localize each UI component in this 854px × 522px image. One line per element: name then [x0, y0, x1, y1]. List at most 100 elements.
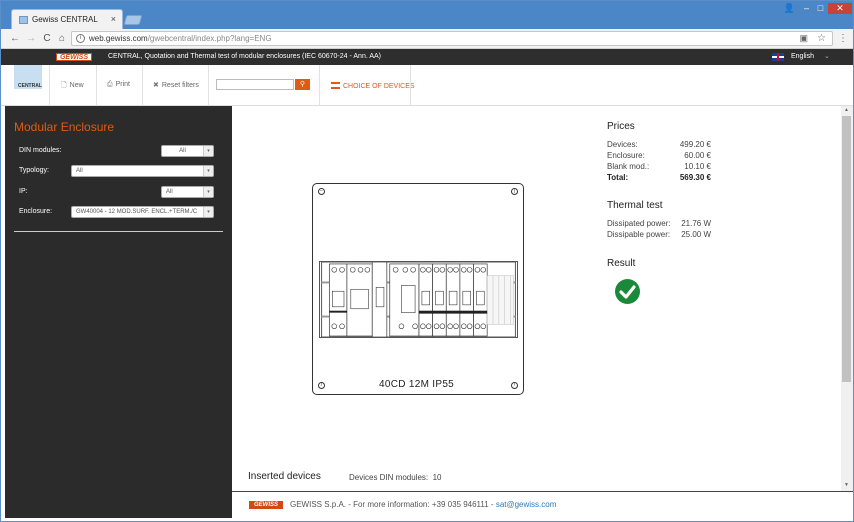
browser-window: Gewiss CENTRAL × 👤 ‒ □ ✕ ← → C ⌂ i web.g…	[0, 0, 854, 522]
reset-filters-button[interactable]: ✖ Reset filters	[153, 81, 199, 89]
thermal-value: 21.76 W	[681, 219, 711, 228]
new-tab-button[interactable]	[123, 15, 143, 25]
screw-icon: /	[318, 382, 325, 389]
language-selector[interactable]: English	[791, 53, 814, 60]
sidebar-panel: Modular Enclosure DIN modules: All ▾ Typo…	[5, 106, 232, 518]
footer-phone: +39 035 946111	[431, 500, 489, 509]
uk-flag-icon	[772, 53, 784, 61]
search-input[interactable]	[216, 79, 294, 90]
price-value: 499.20 €	[679, 140, 711, 149]
divider	[96, 65, 97, 106]
divider	[208, 65, 209, 106]
user-icon[interactable]: 👤	[783, 3, 796, 14]
chevron-down-icon[interactable]: ⌄	[824, 52, 830, 60]
din-modules-select[interactable]: All ▾	[161, 145, 214, 157]
divider	[142, 65, 143, 106]
screw-icon: |	[511, 188, 518, 195]
chevron-down-icon: ▾	[203, 207, 213, 217]
thermal-label: Dissipable power:	[607, 230, 671, 239]
printer-icon: ⎙	[107, 81, 113, 88]
scrollbar-thumb[interactable]	[842, 116, 851, 382]
typology-select[interactable]: All ▾	[71, 165, 214, 177]
price-value: 60.00 €	[684, 151, 711, 160]
minimize-button[interactable]: ‒	[800, 3, 813, 14]
gewiss-logo[interactable]: GEWISS	[56, 53, 92, 61]
divider	[410, 65, 411, 106]
vertical-scrollbar[interactable]: ▲ ▼	[841, 106, 853, 491]
central-logo[interactable]: CENTRAL	[14, 65, 42, 106]
home-button[interactable]: ⌂	[56, 32, 68, 45]
enclosure-label: 40CD 12M IP55	[379, 379, 455, 390]
result-status	[615, 279, 640, 304]
browser-menu-icon[interactable]: ⋮	[838, 33, 848, 44]
price-total-value: 569.30 €	[679, 173, 711, 182]
enclosure-value: GW40004 - 12 MOD.SURF. ENCL.+TERM./C	[76, 209, 198, 215]
price-total-label: Total:	[607, 173, 629, 182]
footer-text: GEWISS S.p.A. - For more information: +3…	[290, 500, 556, 509]
ip-value: All	[166, 189, 173, 195]
scroll-down-icon[interactable]: ▼	[844, 482, 849, 488]
app-header: CENTRAL 🗋 New ⎙ Print ✖ Reset filters ⚲ CHO…	[1, 65, 853, 106]
price-value: 10.10 €	[684, 162, 711, 171]
footer-email-link[interactable]: sat@gewiss.com	[496, 500, 557, 509]
din-value: All	[179, 148, 186, 154]
info-icon[interactable]: i	[76, 34, 85, 43]
search-button[interactable]: ⚲	[295, 79, 310, 90]
back-button[interactable]: ←	[9, 32, 21, 45]
screw-icon: \	[511, 382, 518, 389]
site-top-bar: GEWISS CENTRAL, Quotation and Thermal te…	[1, 49, 853, 65]
price-label: Devices:	[607, 140, 638, 149]
new-button[interactable]: 🗋 New	[61, 81, 84, 92]
price-label: Enclosure:	[607, 151, 645, 160]
close-icon: ✖	[153, 82, 159, 89]
typology-value: All	[76, 168, 83, 174]
browser-tab[interactable]: Gewiss CENTRAL ×	[11, 9, 123, 29]
footer-info: GEWISS S.p.A. - For more information:	[290, 500, 432, 509]
price-label: Blank mod.:	[607, 162, 650, 171]
close-window-button[interactable]: ✕	[828, 3, 852, 14]
chevron-down-icon: ▾	[203, 166, 213, 176]
logo-text: CENTRAL	[18, 83, 42, 89]
footer: GEWISS GEWISS S.p.A. - For more informat…	[232, 492, 853, 519]
inserted-devices-heading: Inserted devices	[248, 471, 321, 482]
chevron-down-icon: ▾	[203, 187, 213, 197]
print-button[interactable]: ⎙ Print	[107, 81, 130, 89]
print-label: Print	[115, 81, 131, 88]
maximize-button[interactable]: □	[814, 3, 827, 14]
url-text: web.gewiss.com/gwebcentral/index.php?lan…	[89, 34, 272, 43]
thermal-heading: Thermal test	[607, 200, 663, 211]
translate-icon[interactable]: ▣	[799, 33, 808, 44]
ip-select[interactable]: All ▾	[161, 186, 214, 198]
din-rail-devices	[319, 261, 518, 338]
reset-label: Reset filters	[161, 82, 199, 89]
enclosure-select[interactable]: GW40004 - 12 MOD.SURF. ENCL.+TERM./C ▾	[71, 206, 214, 218]
gewiss-footer-logo[interactable]: GEWISS	[249, 501, 283, 509]
sidebar-divider	[14, 231, 223, 232]
app-title: CENTRAL, Quotation and Thermal test of m…	[108, 53, 382, 60]
search-icon: ⚲	[299, 81, 306, 88]
tab-close-icon[interactable]: ×	[111, 14, 116, 24]
address-bar[interactable]: i web.gewiss.com/gwebcentral/index.php?l…	[71, 31, 833, 46]
forward-button[interactable]: →	[25, 32, 37, 45]
chevron-down-icon: ▾	[203, 146, 213, 156]
choice-label: CHOICE OF DEVICES	[343, 83, 415, 90]
list-icon	[331, 82, 340, 89]
screw-icon: −	[318, 188, 325, 195]
filter-label-ip: IP:	[19, 188, 28, 195]
favicon-icon	[19, 16, 28, 24]
reload-button[interactable]: C	[41, 32, 53, 45]
din-count-label: Devices DIN modules:	[349, 473, 429, 482]
sidebar-title: Modular Enclosure	[14, 120, 115, 134]
new-label: New	[69, 82, 84, 89]
divider	[49, 65, 50, 106]
filter-label-enclosure: Enclosure:	[19, 208, 53, 215]
title-bar: Gewiss CENTRAL × 👤 ‒ □ ✕	[1, 1, 853, 29]
divider	[319, 65, 320, 106]
din-count-value: 10	[432, 473, 442, 482]
thermal-value: 25.00 W	[681, 230, 711, 239]
scroll-up-icon[interactable]: ▲	[844, 107, 849, 113]
thermal-label: Dissipated power:	[607, 219, 671, 228]
footer-sep: -	[488, 500, 496, 509]
choice-of-devices-button[interactable]: CHOICE OF DEVICES	[331, 81, 415, 90]
bookmark-star-icon[interactable]: ☆	[817, 33, 826, 44]
